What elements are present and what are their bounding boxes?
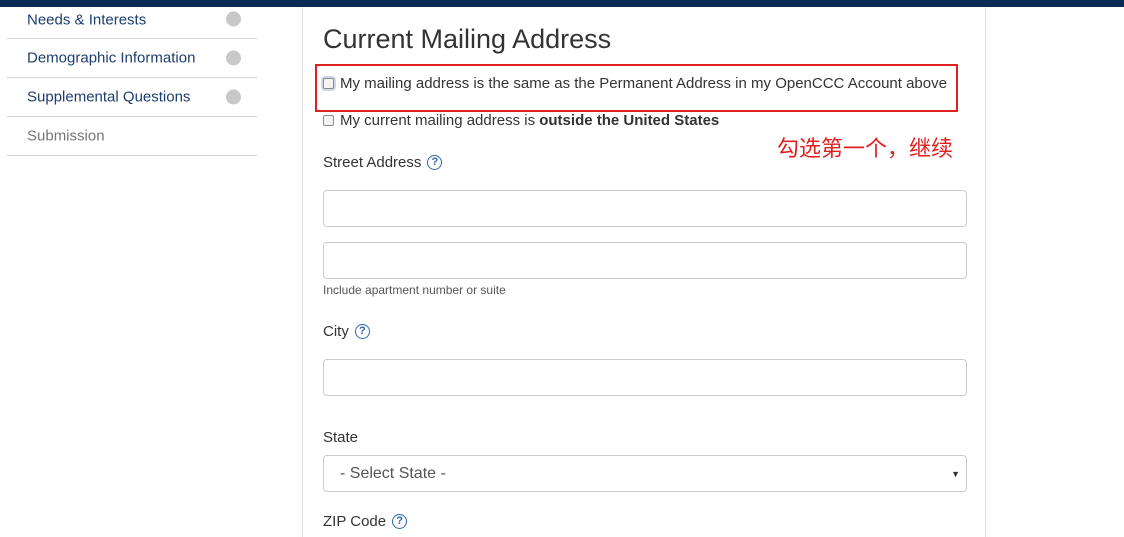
- help-icon[interactable]: ?: [427, 155, 443, 170]
- street-address-label: Street Address: [323, 154, 422, 171]
- sidebar-item-supplemental-questions[interactable]: Supplemental Questions: [7, 78, 257, 117]
- help-icon[interactable]: ?: [354, 324, 370, 339]
- sidebar-item-submission: Submission: [7, 117, 257, 156]
- outside-us-label-prefix: My current mailing address is: [340, 112, 540, 129]
- annotation-text: 勾选第一个，继续: [777, 137, 954, 162]
- outside-us-label-bold: outside the United States: [539, 112, 720, 129]
- sidebar-item-needs-interests[interactable]: Needs & Interests: [7, 0, 257, 39]
- street-address-label-row: Street Address ?: [323, 154, 443, 171]
- status-dot-icon: [226, 89, 241, 105]
- sidebar-item-label: Supplemental Questions: [27, 88, 191, 106]
- zip-code-label: ZIP Code: [323, 513, 387, 530]
- chevron-down-icon: ▼: [951, 468, 960, 479]
- same-address-label: My mailing address is the same as the Pe…: [340, 75, 947, 92]
- city-label: City: [323, 323, 349, 340]
- same-address-checkbox[interactable]: [323, 78, 334, 89]
- status-dot-icon: [226, 50, 241, 66]
- sidebar-item-label: Demographic Information: [27, 49, 196, 67]
- sidebar-nav: Needs & Interests Demographic Informatio…: [7, 0, 257, 156]
- zip-label-row: ZIP Code ?: [323, 513, 408, 530]
- outside-us-checkbox[interactable]: [323, 115, 334, 126]
- city-input[interactable]: [323, 359, 967, 396]
- help-icon[interactable]: ?: [392, 514, 408, 529]
- city-label-row: City ?: [323, 323, 370, 340]
- street-address-line1-input[interactable]: [323, 190, 967, 227]
- state-select[interactable]: - Select State - ▼: [323, 455, 967, 492]
- state-label-row: State: [323, 429, 358, 446]
- same-address-option[interactable]: My mailing address is the same as the Pe…: [323, 75, 947, 92]
- street-address-line2-input[interactable]: [323, 242, 967, 279]
- sidebar-item-label: Submission: [27, 127, 105, 145]
- state-select-value: - Select State -: [340, 464, 446, 482]
- state-label: State: [323, 429, 359, 446]
- street-address-hint: Include apartment number or suite: [323, 283, 506, 297]
- status-dot-icon: [226, 11, 241, 27]
- sidebar-item-label: Needs & Interests: [27, 11, 147, 29]
- outside-us-option[interactable]: My current mailing address is outside th…: [323, 112, 719, 129]
- sidebar-item-demographic-information[interactable]: Demographic Information: [7, 39, 257, 78]
- page-title: Current Mailing Address: [323, 24, 612, 54]
